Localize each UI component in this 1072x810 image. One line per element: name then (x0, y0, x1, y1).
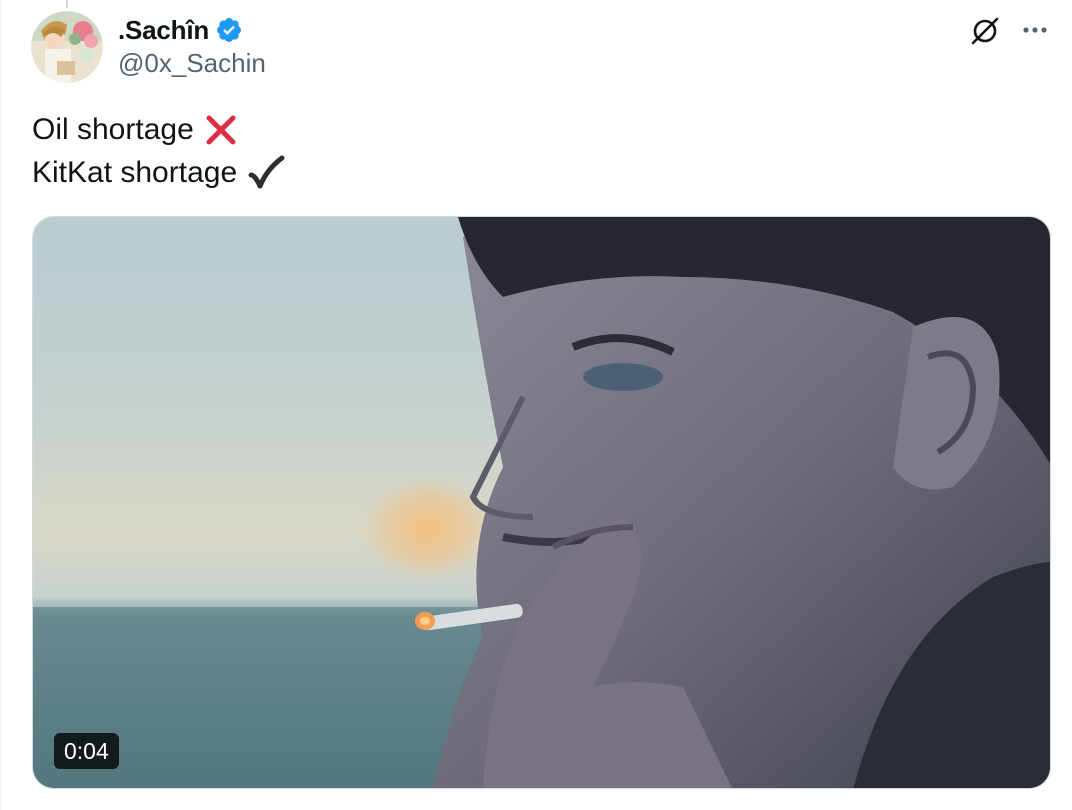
more-icon[interactable] (1018, 16, 1052, 44)
avatar[interactable] (31, 11, 103, 83)
video-thumbnail (33, 217, 1050, 788)
grok-icon[interactable] (968, 14, 1002, 48)
video-duration-badge: 0:04 (54, 733, 119, 769)
display-name[interactable]: .Sachîn (118, 15, 209, 46)
cross-mark-icon (206, 115, 236, 144)
verified-badge-icon (217, 18, 242, 42)
tweet-line-text: KitKat shortage (32, 156, 238, 189)
tweet-line-text: Oil shortage (32, 113, 194, 146)
thread-connector (66, 0, 68, 8)
check-mark-icon (248, 155, 285, 188)
tweet-line-1: Oil shortage (32, 108, 285, 151)
tweet-text: Oil shortage KitKat shortage (32, 108, 285, 194)
timeline-border (0, 0, 1, 810)
author-name-row: .Sachîn (118, 12, 243, 48)
tweet-card: .Sachîn @0x_Sachin Oil shortage KitKat s… (0, 0, 1072, 810)
tweet-line-2: KitKat shortage (32, 151, 285, 194)
video-player[interactable]: 0:04 (32, 216, 1051, 789)
author-handle[interactable]: @0x_Sachin (118, 48, 266, 79)
